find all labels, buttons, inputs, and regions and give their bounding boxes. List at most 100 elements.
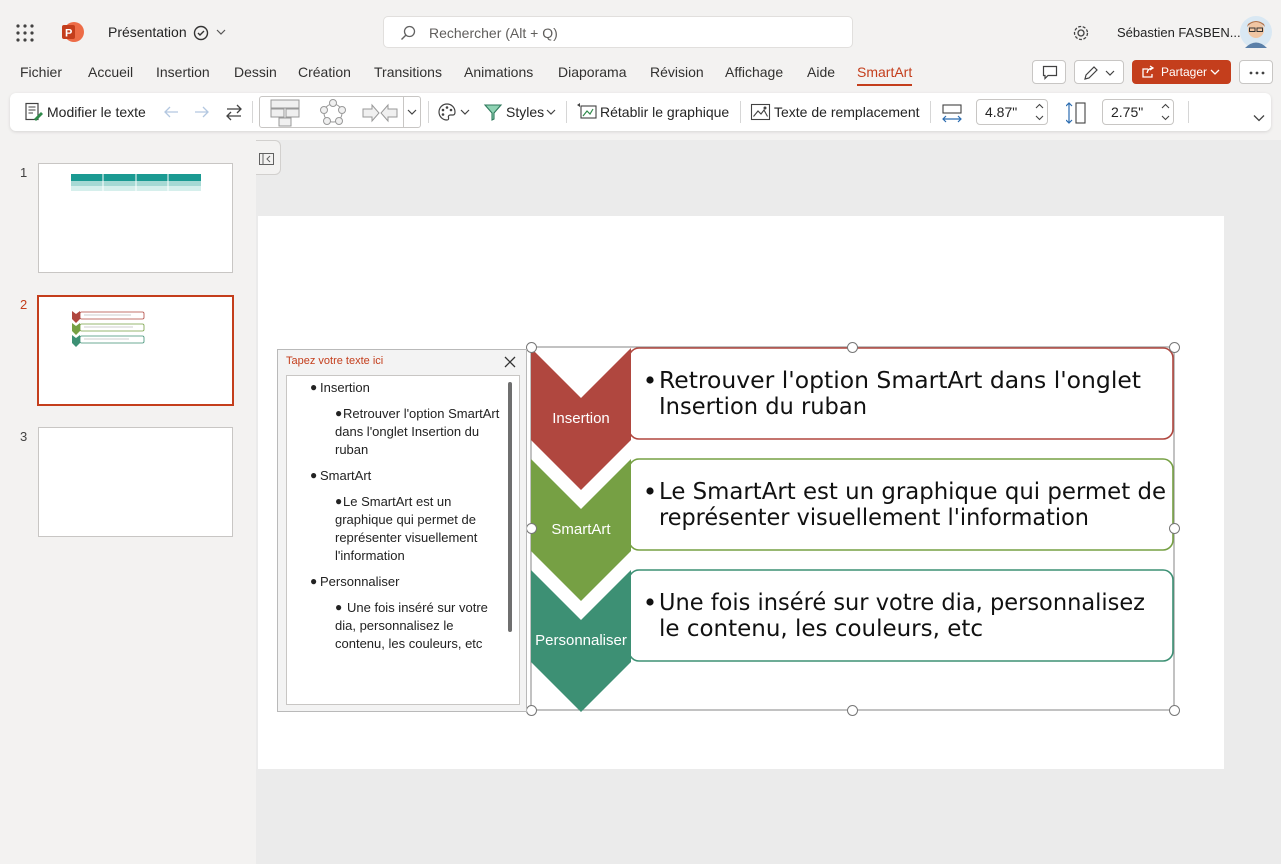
smartart-text-pane: Tapez votre texte ici ● Insertion ● Retr… — [277, 349, 527, 712]
smartart-graphic[interactable]: Insertion SmartArt Personnaliser Retrouv… — [528, 344, 1184, 716]
close-icon[interactable] — [504, 356, 516, 368]
tab-transitions[interactable]: Transitions — [374, 64, 442, 80]
saved-status-icon[interactable] — [193, 25, 209, 41]
search-placeholder: Rechercher (Alt + Q) — [429, 25, 558, 41]
slide-number-2: 2 — [20, 297, 28, 312]
styles-chevron-icon[interactable] — [546, 109, 556, 116]
chevron-down-icon — [1105, 70, 1115, 76]
resize-handle-top[interactable] — [847, 342, 858, 353]
smartart-text-smartart-line2: représenter visuellement l'information — [659, 505, 1089, 531]
text-pane-item-level2[interactable]: ● Retrouver l'option SmartArt dans l'ong… — [335, 405, 503, 459]
tab-animations[interactable]: Animations — [464, 64, 533, 80]
styles-button[interactable]: Styles — [506, 104, 544, 120]
bullet-icon: ● — [310, 380, 318, 394]
more-options-button[interactable] — [1239, 60, 1273, 84]
alt-text-icon[interactable] — [750, 102, 772, 122]
text-pane-item-level2[interactable]: ● Une fois inséré sur votre dia, personn… — [335, 599, 503, 653]
text-pane-item-level1[interactable]: ● Insertion — [310, 379, 502, 397]
user-avatar[interactable] — [1240, 16, 1272, 48]
smartart-label-insertion: Insertion — [552, 410, 610, 427]
slide-thumbnail-2[interactable] — [37, 295, 234, 406]
bullet-icon: ● — [335, 494, 343, 508]
tab-aide[interactable]: Aide — [807, 64, 835, 80]
resize-handle-right[interactable] — [1169, 523, 1180, 534]
text-pane-editor[interactable]: ● Insertion ● Retrouver l'option SmartAr… — [286, 375, 520, 705]
powerpoint-logo-icon: P — [62, 22, 84, 42]
width-value: 4.87" — [985, 104, 1018, 120]
bullet-icon — [646, 487, 654, 495]
styles-icon[interactable] — [483, 102, 503, 122]
width-input[interactable]: 4.87" — [976, 99, 1048, 125]
resize-handle-bottom-right[interactable] — [1169, 705, 1180, 716]
width-spinner-icon[interactable] — [1035, 102, 1044, 122]
resize-handle-left[interactable] — [526, 523, 537, 534]
smartart-label-smartart: SmartArt — [551, 521, 611, 538]
layout-hierarchy-icon[interactable] — [270, 99, 300, 127]
slide-thumbnail-1[interactable] — [38, 163, 233, 273]
share-chevron-icon — [1210, 69, 1220, 75]
smartart-text-smartart-line1: Le SmartArt est un graphique qui permet … — [659, 479, 1166, 505]
colors-chevron-icon[interactable] — [460, 109, 470, 116]
editing-mode-button[interactable] — [1074, 60, 1124, 84]
tab-revision[interactable]: Révision — [650, 64, 704, 80]
ellipsis-icon — [1249, 71, 1265, 75]
text-pane-item-level1[interactable]: ● Personnaliser — [310, 573, 502, 591]
smartart-text-insertion-line1: Retrouver l'option SmartArt dans l'ongle… — [659, 368, 1141, 394]
title-chevron-down-icon[interactable] — [216, 28, 226, 36]
tab-dessin[interactable]: Dessin — [234, 64, 277, 80]
height-spinner-icon[interactable] — [1161, 102, 1170, 122]
smartart-text-personnaliser-line2: le contenu, les couleurs, etc — [659, 616, 983, 642]
bullet-icon: ● — [310, 574, 318, 588]
resize-handle-top-left[interactable] — [526, 342, 537, 353]
smartart-label-personnaliser: Personnaliser — [535, 632, 627, 649]
user-name[interactable]: Sébastien FASBEN... — [1117, 25, 1241, 40]
file-title[interactable]: Présentation — [108, 24, 187, 40]
text-pane-scrollbar[interactable] — [508, 382, 512, 632]
layout-gallery[interactable] — [259, 96, 421, 128]
search-box[interactable]: Rechercher (Alt + Q) — [383, 16, 853, 48]
alt-text-button[interactable]: Texte de remplacement — [774, 104, 920, 120]
bullet-icon — [646, 598, 654, 606]
text-pane-title: Tapez votre texte ici — [286, 355, 384, 367]
tab-smartart[interactable]: SmartArt — [857, 64, 913, 86]
layout-arrows-icon[interactable] — [362, 103, 398, 123]
svg-text:P: P — [65, 28, 72, 40]
text-pane-item-level2[interactable]: ● Le SmartArt est un graphique qui perme… — [335, 493, 503, 565]
resize-handle-bottom-left[interactable] — [526, 705, 537, 716]
bullet-icon — [646, 376, 654, 384]
layout-cycle-icon[interactable] — [317, 99, 349, 127]
share-button[interactable]: Partager — [1132, 60, 1231, 84]
resize-handle-top-right[interactable] — [1169, 342, 1180, 353]
bullet-icon: ● — [335, 600, 343, 614]
smartart-text-insertion-line2: Insertion du ruban — [659, 394, 867, 420]
edit-text-button[interactable]: Modifier le texte — [47, 104, 146, 120]
width-icon — [942, 104, 962, 123]
color-palette-icon[interactable] — [437, 102, 457, 122]
tab-fichier[interactable]: Fichier — [20, 64, 62, 80]
app-launcher-icon[interactable] — [16, 24, 34, 42]
settings-gear-icon[interactable] — [1072, 24, 1090, 42]
height-input[interactable]: 2.75" — [1102, 99, 1174, 125]
reset-graphic-button[interactable]: Rétablir le graphique — [600, 104, 729, 120]
arrow-left-icon[interactable] — [162, 104, 180, 120]
tab-affichage[interactable]: Affichage — [725, 64, 783, 80]
tab-diaporama[interactable]: Diaporama — [558, 64, 626, 80]
thumbnail-smartart-image — [72, 311, 145, 347]
comments-button[interactable] — [1032, 60, 1066, 84]
text-pane-item-level1[interactable]: ● SmartArt — [310, 467, 502, 485]
reset-graphic-icon[interactable] — [576, 102, 598, 122]
tab-insertion[interactable]: Insertion — [156, 64, 210, 80]
resize-handle-bottom[interactable] — [847, 705, 858, 716]
edit-text-icon[interactable] — [24, 102, 44, 122]
tab-accueil[interactable]: Accueil — [88, 64, 133, 80]
arrow-right-icon[interactable] — [193, 104, 211, 120]
swap-arrows-icon[interactable] — [224, 102, 244, 122]
tab-creation[interactable]: Création — [298, 64, 351, 80]
ribbon-expand-chevron-icon[interactable] — [1253, 114, 1265, 122]
slide-thumbnail-3[interactable] — [38, 427, 233, 537]
smartart-text-personnaliser-line1: Une fois inséré sur votre dia, personnal… — [659, 590, 1145, 616]
layout-gallery-chevron-icon[interactable] — [407, 109, 417, 116]
collapse-pane-button[interactable] — [256, 140, 281, 175]
search-icon — [401, 25, 416, 40]
pencil-icon — [1084, 66, 1098, 80]
